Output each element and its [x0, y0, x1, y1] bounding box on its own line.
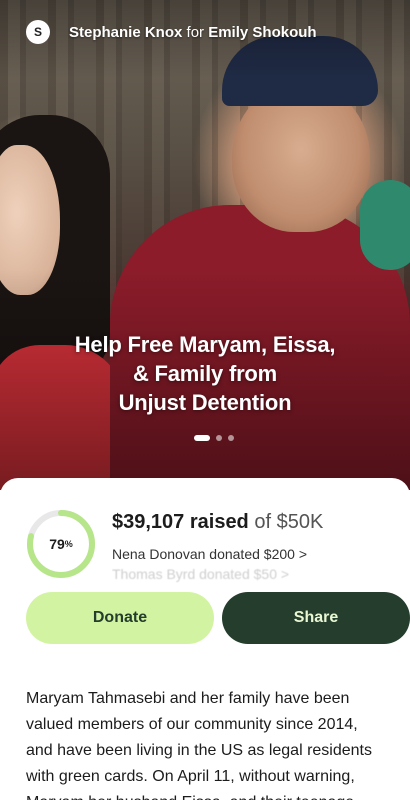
- organizer-name: Stephanie Knox: [69, 23, 183, 41]
- campaign-title-line-1: Help Free Maryam, Eissa,: [74, 332, 336, 357]
- organizer-connector: for: [186, 23, 205, 41]
- recent-donation[interactable]: Thomas Byrd donated $50 >: [112, 564, 382, 584]
- organizer-header[interactable]: S Stephanie Knox for Emily Shokouh: [26, 20, 317, 44]
- campaign-title-line-2: & Family from: [132, 361, 278, 386]
- progress-ring: 79%: [26, 509, 96, 579]
- carousel-indicator[interactable]: [194, 435, 234, 441]
- progress-percent-number: 79: [49, 536, 65, 552]
- campaign-story: Maryam Tahmasebi and her family have bee…: [26, 690, 372, 800]
- goal-amount: of $50K: [254, 511, 324, 533]
- carousel-dot-3[interactable]: [228, 435, 234, 441]
- campaign-title: Help Free Maryam, Eissa, & Family from U…: [0, 330, 410, 417]
- recent-donation[interactable]: Nena Donovan donated $200 >: [112, 544, 382, 564]
- donate-button[interactable]: Donate: [26, 592, 214, 644]
- share-button[interactable]: Share: [222, 592, 410, 644]
- carousel-dot-2[interactable]: [216, 435, 222, 441]
- fundraiser-card: 79% $39,107 raised of $50K Nena Donovan …: [0, 478, 410, 800]
- recent-donations-ticker[interactable]: Nena Donovan donated $200 > Thomas Byrd …: [112, 544, 382, 584]
- amount-raised: $39,107 raised of $50K: [112, 511, 323, 534]
- carousel-dot-1[interactable]: [194, 435, 210, 441]
- progress-percent-sign: %: [64, 539, 73, 549]
- beneficiary-name: Emily Shokouh: [208, 23, 317, 41]
- raised-amount: $39,107 raised: [112, 511, 249, 533]
- campaign-title-line-3: Unjust Detention: [118, 390, 292, 415]
- organizer-line[interactable]: Stephanie Knox for Emily Shokouh: [69, 24, 317, 41]
- progress-percent: 79%: [26, 509, 96, 579]
- organizer-avatar[interactable]: S: [26, 20, 50, 44]
